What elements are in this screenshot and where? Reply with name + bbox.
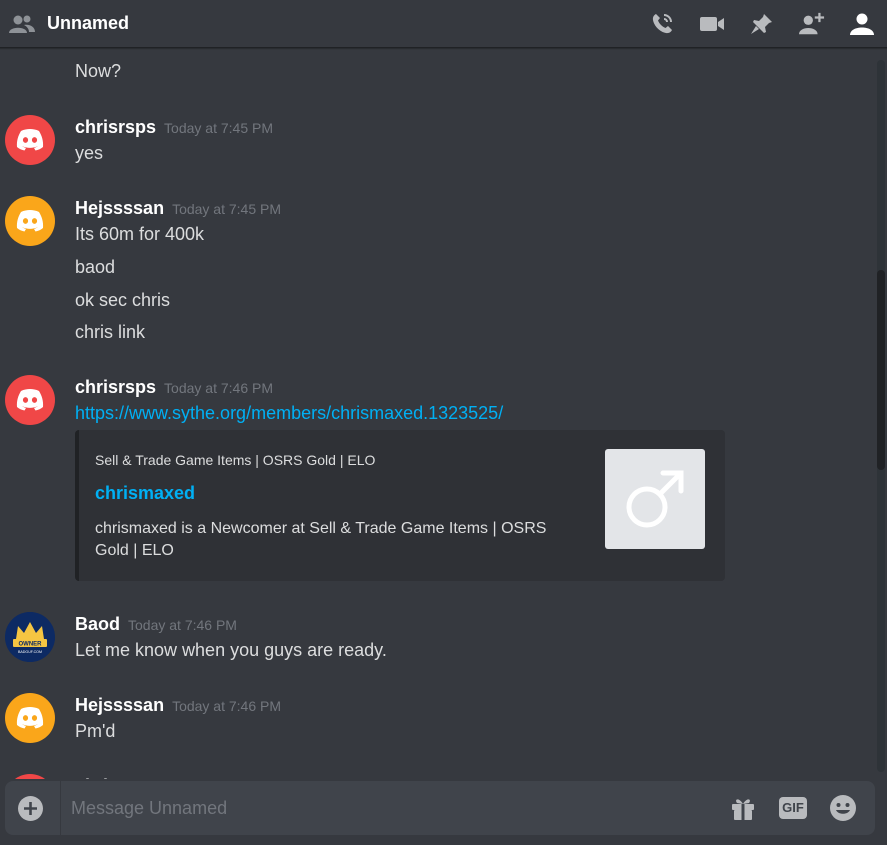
avatar-badge-text: OWNER bbox=[19, 642, 43, 648]
owner-badge-icon: OWNER BADGUF.COM bbox=[5, 612, 55, 662]
link-embed: Sell & Trade Game Items | OSRS Gold | EL… bbox=[75, 430, 725, 581]
scrollbar-thumb[interactable] bbox=[877, 270, 885, 470]
group-dm-icon bbox=[9, 13, 35, 35]
avatar[interactable]: OWNER BADGUF.COM bbox=[5, 612, 55, 662]
message-text: yes bbox=[75, 143, 104, 163]
composer-divider bbox=[60, 781, 61, 835]
message-list[interactable]: Now? chrisrsps Today at 7:45 PM yes Hejss… bbox=[0, 49, 875, 779]
message-text: Its 60m for 400k bbox=[75, 224, 205, 244]
discord-logo-icon bbox=[16, 129, 44, 151]
timestamp: Today at 7:45 PM bbox=[172, 201, 282, 217]
message-text: Pm'd bbox=[75, 721, 116, 741]
embed-title-link[interactable]: chrismaxed bbox=[95, 483, 195, 504]
start-voice-call-icon[interactable] bbox=[649, 11, 675, 37]
message-text: chris link bbox=[75, 322, 146, 342]
username-text[interactable]: Hejssssan bbox=[75, 695, 164, 715]
username[interactable]: chrisrsps Today at 7:46 PM bbox=[75, 377, 273, 398]
avatar-badge-subtext: BADGUF.COM bbox=[18, 650, 42, 654]
gif-picker-button[interactable]: GIF bbox=[778, 794, 808, 822]
timestamp: Today at 7:46 PM bbox=[164, 380, 273, 396]
username-text[interactable]: chrisrsps bbox=[75, 377, 156, 397]
message-text: baod bbox=[75, 257, 116, 277]
gift-icon[interactable] bbox=[728, 794, 758, 822]
embed-description: chrismaxed is a Newcomer at Sell & Trade… bbox=[95, 520, 547, 559]
header-toolbar bbox=[625, 0, 875, 48]
member-list-icon[interactable] bbox=[849, 11, 875, 37]
message-text: Now? bbox=[75, 61, 122, 81]
emoji-icon[interactable] bbox=[828, 794, 858, 822]
timestamp: Today at 7:45 PM bbox=[164, 120, 273, 136]
message-composer: GIF bbox=[5, 781, 875, 835]
avatar[interactable] bbox=[5, 196, 55, 246]
username-text[interactable]: Hejssssan bbox=[75, 198, 164, 218]
gif-label: GIF bbox=[779, 797, 807, 819]
timestamp: Today at 7:46 PM bbox=[128, 617, 237, 633]
avatar[interactable] bbox=[5, 693, 55, 743]
message-text: ok sec chris bbox=[75, 290, 171, 310]
upload-plus-icon[interactable] bbox=[17, 795, 44, 822]
composer-area: GIF bbox=[0, 779, 887, 845]
username[interactable]: Hejssssan Today at 7:46 PM bbox=[75, 695, 281, 716]
discord-logo-icon bbox=[16, 707, 44, 729]
channel-title: Unnamed bbox=[47, 13, 130, 33]
avatar[interactable] bbox=[5, 115, 55, 165]
timestamp: Today at 7:46 PM bbox=[172, 698, 282, 714]
male-symbol-icon bbox=[626, 470, 684, 528]
username[interactable]: chrisrsps Today at 7:45 PM bbox=[75, 117, 273, 138]
channel-header: Unnamed bbox=[0, 0, 887, 48]
message-link[interactable]: https://www.sythe.org/members/chrismaxed… bbox=[75, 403, 503, 424]
start-video-call-icon[interactable] bbox=[699, 11, 725, 37]
username-text[interactable]: Baod bbox=[75, 614, 120, 634]
username[interactable]: Hejssssan Today at 7:45 PM bbox=[75, 198, 281, 219]
username-text[interactable]: chrisrsps bbox=[75, 117, 156, 137]
message-input[interactable] bbox=[71, 781, 711, 835]
username[interactable]: Baod Today at 7:46 PM bbox=[75, 614, 237, 635]
message-text: Let me know when you guys are ready. bbox=[75, 640, 387, 660]
discord-logo-icon bbox=[16, 389, 44, 411]
embed-thumbnail[interactable] bbox=[605, 449, 705, 549]
embed-provider: Sell & Trade Game Items | OSRS Gold | EL… bbox=[95, 452, 376, 468]
discord-logo-icon bbox=[16, 210, 44, 232]
avatar[interactable] bbox=[5, 375, 55, 425]
pinned-messages-icon[interactable] bbox=[749, 11, 775, 37]
add-friends-to-dm-icon[interactable] bbox=[799, 11, 825, 37]
